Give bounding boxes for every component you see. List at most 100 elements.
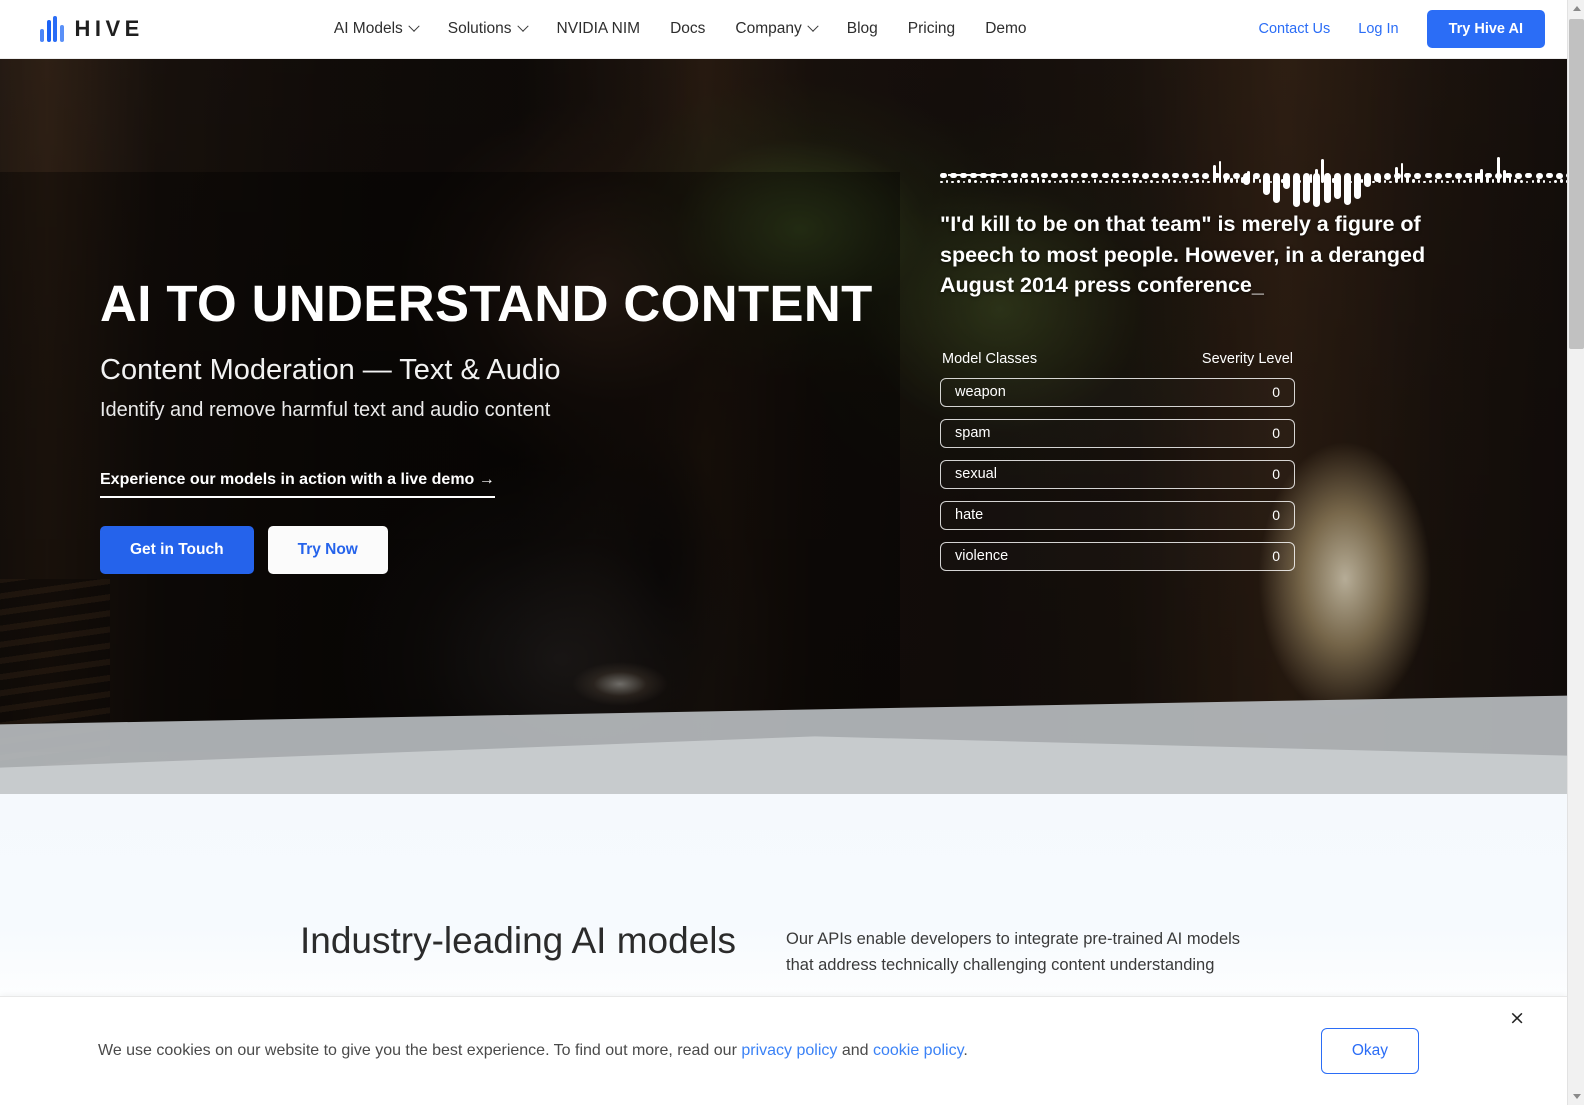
waveform-bar: [1252, 173, 1260, 179]
waveform-bar: [1182, 173, 1190, 179]
audio-waveform: [940, 129, 1567, 207]
waveform-bar: [1542, 180, 1546, 183]
model-class-row: sexual 0: [940, 459, 1295, 489]
hive-logo-text: HIVE: [74, 16, 144, 41]
nav-item-label: AI Models: [333, 20, 403, 37]
model-class-severity: 0: [1272, 384, 1280, 401]
waveform-bar: [1559, 179, 1563, 183]
waveform-bar: [1212, 173, 1220, 178]
nav-item-nvidia-nim[interactable]: NVIDIA NIM: [557, 20, 641, 38]
waveform-bar: [1111, 173, 1119, 178]
waveform-bar: [1283, 173, 1291, 189]
nav-item-company[interactable]: Company: [735, 20, 819, 38]
waveform-bar: [1020, 173, 1028, 178]
cookie-okay-button[interactable]: Okay: [1320, 1028, 1419, 1074]
live-demo-link[interactable]: Experience our models in action with a l…: [100, 471, 495, 499]
model-class-severity: 0: [1272, 466, 1280, 483]
waveform-bar: [1454, 173, 1462, 179]
cookie-text-after: .: [963, 1042, 968, 1059]
scroll-down-icon[interactable]: [1568, 1088, 1584, 1105]
nav-item-ai-models[interactable]: AI Models: [333, 20, 420, 38]
nav-item-solutions[interactable]: Solutions: [448, 20, 529, 38]
page-title: AI TO UNDERSTAND CONTENT: [100, 275, 873, 332]
scroll-up-icon[interactable]: [1568, 0, 1584, 17]
nav-item-label: NVIDIA NIM: [556, 20, 641, 37]
waveform-bar: [1424, 173, 1432, 178]
nav-item-label: Blog: [846, 20, 878, 37]
cookie-banner-text: We use cookies on our website to give yo…: [98, 1042, 968, 1060]
waveform-bar: [1040, 173, 1048, 178]
model-class-severity: 0: [1272, 425, 1280, 442]
hero-copy-block: AI TO UNDERSTAND CONTENT Content Moderat…: [100, 275, 890, 575]
nav-item-label: Pricing: [907, 20, 956, 37]
scrollbar-thumb[interactable]: [1569, 19, 1584, 349]
waveform-bar: [1172, 173, 1180, 178]
model-class-name: hate: [955, 507, 984, 524]
get-in-touch-button[interactable]: Get in Touch: [100, 526, 254, 575]
waveform-bar: [1531, 180, 1535, 183]
cookie-policy-link[interactable]: cookie policy: [873, 1042, 963, 1059]
model-class-name: sexual: [955, 466, 997, 483]
waveform-bar: [1394, 173, 1402, 179]
waveform-bar: [1554, 180, 1557, 183]
try-now-button[interactable]: Try Now: [267, 526, 388, 575]
try-hive-ai-button[interactable]: Try Hive AI: [1426, 10, 1545, 48]
severity-level-label: Severity Level: [1201, 350, 1293, 367]
model-class-name: spam: [955, 425, 991, 442]
waveform-bar: [1343, 173, 1351, 205]
waveform-bar: [1232, 173, 1240, 179]
waveform-bar: [1242, 173, 1250, 185]
waveform-bar: [1497, 157, 1500, 183]
waveform-bar: [1202, 173, 1210, 179]
waveform-bar: [1384, 173, 1392, 180]
model-class-row: weapon 0: [940, 377, 1295, 407]
hive-logo-icon: [40, 16, 64, 42]
waveform-bar: [1474, 173, 1482, 179]
waveform-bar: [1520, 180, 1523, 183]
waveform-bar: [1303, 173, 1311, 203]
close-icon[interactable]: ×: [1509, 1009, 1525, 1028]
model-class-name: weapon: [955, 384, 1006, 401]
model-class-severity: 0: [1272, 507, 1280, 524]
hero-section: AI TO UNDERSTAND CONTENT Content Moderat…: [0, 59, 1567, 794]
nav-item-pricing[interactable]: Pricing: [908, 20, 955, 38]
waveform-bar: [1525, 173, 1533, 178]
waveform-bar: [1273, 173, 1281, 203]
waveform-row-bottom: [940, 173, 1567, 207]
hero-button-group: Get in Touch Try Now: [100, 526, 890, 575]
waveform-bar: [1030, 173, 1038, 178]
waveform-bar: [1091, 173, 1099, 178]
waveform-bar: [1101, 173, 1109, 178]
nav-menu: AI Models Solutions NVIDIA NIM Docs Company B…: [334, 20, 1027, 38]
waveform-bar: [1071, 173, 1079, 178]
waveform-bar: [1363, 173, 1371, 187]
nav-item-blog[interactable]: Blog: [847, 20, 878, 38]
waveform-bar: [1162, 173, 1170, 179]
waveform-bar: [1495, 173, 1503, 179]
privacy-policy-link[interactable]: privacy policy: [741, 1042, 837, 1059]
nav-item-demo[interactable]: Demo: [985, 20, 1026, 38]
page-root: AI TO UNDERSTAND CONTENT Content Moderat…: [0, 0, 1584, 1105]
log-in-link[interactable]: Log In: [1358, 21, 1398, 37]
waveform-bar: [1313, 173, 1321, 207]
chevron-down-icon: [516, 20, 529, 32]
waveform-bar: [1525, 181, 1529, 183]
model-class-severity: 0: [1272, 548, 1280, 565]
model-classes-panel: Model Classes Severity Level weapon 0 spam…: [940, 351, 1295, 571]
model-class-row: hate 0: [940, 500, 1295, 530]
waveform-baseline: [948, 174, 1006, 176]
waveform-bar: [1505, 173, 1513, 178]
contact-us-link[interactable]: Contact Us: [1259, 21, 1331, 37]
waveform-bar: [1051, 173, 1059, 178]
hive-logo[interactable]: HIVE: [40, 16, 144, 42]
waveform-bar: [1374, 173, 1382, 182]
nav-item-docs[interactable]: Docs: [670, 20, 705, 38]
vertical-scrollbar[interactable]: [1567, 0, 1584, 1105]
waveform-bar: [1537, 179, 1540, 183]
waveform-bar: [1434, 173, 1442, 179]
models-section-content: Industry-leading AI models Our APIs enab…: [0, 920, 1567, 979]
waveform-bar: [1151, 173, 1159, 178]
audio-demo-widget: "I'd kill to be on that team" is merely …: [940, 129, 1567, 583]
waveform-bar: [1131, 173, 1139, 178]
nav-actions: Contact Us Log In Try Hive AI: [1259, 10, 1545, 48]
